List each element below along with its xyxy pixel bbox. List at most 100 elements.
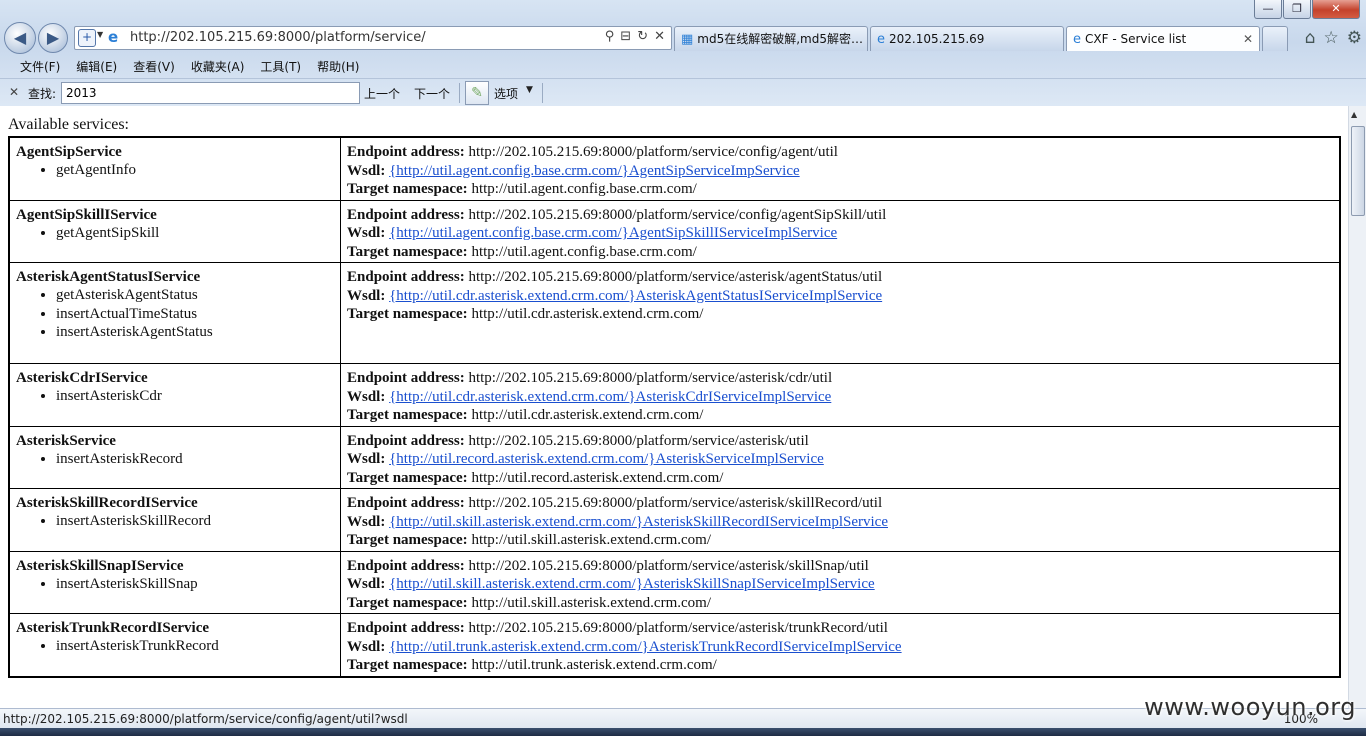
operations-list: insertAsteriskSkillRecord <box>16 512 334 531</box>
arrow-right-icon: ▶ <box>46 28 60 47</box>
operations-list: insertAsteriskCdr <box>16 387 334 406</box>
menu-tools[interactable]: 工具(T) <box>252 56 309 78</box>
tab-label: md5在线解密破解,md5解密… <box>697 32 863 46</box>
target-namespace-label: Target namespace: <box>347 657 468 673</box>
compatibility-view-icon[interactable]: + <box>78 29 96 47</box>
close-find-icon[interactable]: ✕ <box>9 85 19 99</box>
target-namespace-value: http://util.skill.asterisk.extend.crm.co… <box>471 532 711 548</box>
service-details-cell: Endpoint address: http://202.105.215.69:… <box>340 425 1341 489</box>
target-namespace-line: Target namespace: http://util.skill.aste… <box>347 594 1333 613</box>
wsdl-label: Wsdl: <box>347 225 386 241</box>
minimize-button[interactable]: — <box>1254 0 1282 19</box>
highlight-pen-icon[interactable]: ✎ <box>465 81 489 105</box>
maximize-button[interactable]: ❐ <box>1283 0 1311 19</box>
divider <box>459 83 460 103</box>
stop-icon[interactable]: ✕ <box>654 29 665 44</box>
wsdl-link[interactable]: {http://util.agent.config.base.crm.com/}… <box>389 163 800 179</box>
menu-help[interactable]: 帮助(H) <box>309 56 367 78</box>
refresh-icon[interactable]: ↻ <box>637 29 648 44</box>
tab-cxf-service-list[interactable]: e CXF - Service list ✕ <box>1066 26 1260 51</box>
compat-page-icon[interactable]: ⊟ <box>620 29 631 44</box>
wsdl-link[interactable]: {http://util.skill.asterisk.extend.crm.c… <box>389 514 888 530</box>
wsdl-line: Wsdl: {http://util.cdr.asterisk.extend.c… <box>347 388 1333 407</box>
operation-item: insertAsteriskSkillSnap <box>56 575 334 594</box>
operation-item: insertActualTimeStatus <box>56 305 334 324</box>
scrollbar-thumb[interactable] <box>1351 126 1365 216</box>
gear-icon[interactable]: ⚙ <box>1347 28 1362 48</box>
service-row: AsteriskCdrIServiceinsertAsteriskCdr Endp… <box>8 363 1341 427</box>
address-tools: ⚲ ⊟ ↻ ✕ <box>605 29 665 44</box>
close-tab-icon[interactable]: ✕ <box>1243 27 1253 51</box>
menu-view[interactable]: 查看(V) <box>125 56 183 78</box>
endpoint-address-line: Endpoint address: http://202.105.215.69:… <box>347 206 1333 225</box>
home-icon[interactable]: ⌂ <box>1305 28 1316 48</box>
back-button[interactable]: ◀ <box>4 22 36 54</box>
wsdl-link[interactable]: {http://util.trunk.asterisk.extend.crm.c… <box>389 639 902 655</box>
tab-md5[interactable]: ▦ md5在线解密破解,md5解密… <box>674 26 868 51</box>
wsdl-link[interactable]: {http://util.cdr.asterisk.extend.crm.com… <box>389 389 831 405</box>
wsdl-link[interactable]: {http://util.agent.config.base.crm.com/}… <box>389 225 837 241</box>
find-bar: ✕ 查找: 上一个 下一个 ✎ 选项 ▼ <box>0 78 1366 107</box>
services-table: AgentSipServicegetAgentInfo Endpoint addr… <box>8 136 1341 678</box>
ie-icon: e <box>877 32 885 47</box>
forward-button[interactable]: ▶ <box>38 23 68 53</box>
wsdl-line: Wsdl: {http://util.cdr.asterisk.extend.c… <box>347 287 1333 306</box>
find-input[interactable] <box>61 82 360 104</box>
find-options-button[interactable]: 选项 <box>494 85 518 102</box>
search-icon[interactable]: ⚲ <box>605 29 615 44</box>
wsdl-link[interactable]: {http://util.record.asterisk.extend.crm.… <box>389 451 824 467</box>
target-namespace-line: Target namespace: http://util.trunk.aste… <box>347 656 1333 675</box>
chevron-down-icon[interactable]: ▼ <box>97 30 103 39</box>
target-namespace-label: Target namespace: <box>347 243 468 260</box>
operations-list: getAgentSipSkill <box>16 224 334 243</box>
endpoint-address-line: Endpoint address: http://202.105.215.69:… <box>347 494 1333 513</box>
arrow-left-icon: ◀ <box>13 28 27 47</box>
endpoint-address-value: http://202.105.215.69:8000/platform/serv… <box>468 557 869 574</box>
wsdl-line: Wsdl: {http://util.agent.config.base.crm… <box>347 224 1333 243</box>
divider <box>542 83 543 103</box>
endpoint-address-line: Endpoint address: http://202.105.215.69:… <box>347 268 1333 287</box>
endpoint-address-value: http://202.105.215.69:8000/platform/serv… <box>468 620 888 636</box>
service-row: AsteriskSkillRecordIServiceinsertAsteris… <box>8 488 1341 552</box>
operations-list: getAsteriskAgentStatusinsertActualTimeSt… <box>16 286 334 342</box>
grid-icon: ▦ <box>681 32 694 47</box>
new-tab-button[interactable] <box>1262 26 1288 51</box>
close-window-button[interactable]: ✕ <box>1312 0 1360 19</box>
tab-ip[interactable]: e 202.105.215.69 <box>870 26 1064 51</box>
endpoint-address-line: Endpoint address: http://202.105.215.69:… <box>347 369 1333 388</box>
favorites-icon[interactable]: ☆ <box>1324 28 1339 48</box>
endpoint-address-value: http://202.105.215.69:8000/platform/serv… <box>468 269 883 285</box>
navigation-bar: ◀ ▶ + ▼ e http://202.105.215.69:8000/pla… <box>0 20 1366 56</box>
service-name: AsteriskAgentStatusIService <box>16 269 201 285</box>
service-name: AsteriskService <box>16 432 116 449</box>
wsdl-link[interactable]: {http://util.cdr.asterisk.extend.crm.com… <box>389 288 882 304</box>
target-namespace-label: Target namespace: <box>347 407 468 423</box>
operation-item: insertAsteriskCdr <box>56 387 334 406</box>
page-content: Available services: AgentSipServicegetAg… <box>0 106 1349 708</box>
address-bar[interactable]: + ▼ e http://202.105.215.69:8000/platfor… <box>74 26 672 50</box>
chevron-down-icon[interactable]: ▼ <box>526 85 533 95</box>
service-details-cell: Endpoint address: http://202.105.215.69:… <box>340 488 1341 552</box>
find-label: 查找: <box>28 87 57 101</box>
services-table-body: AgentSipServicegetAgentInfo Endpoint addr… <box>8 136 1341 677</box>
vertical-scrollbar[interactable]: ▲ <box>1348 106 1366 708</box>
target-namespace-value: http://util.skill.asterisk.extend.crm.co… <box>471 594 711 611</box>
menu-edit[interactable]: 编辑(E) <box>68 56 125 78</box>
tab-label: 202.105.215.69 <box>889 32 985 46</box>
operation-item: insertAsteriskTrunkRecord <box>56 637 334 656</box>
find-previous-button[interactable]: 上一个 <box>364 85 400 102</box>
wsdl-line: Wsdl: {http://util.agent.config.base.crm… <box>347 162 1333 181</box>
endpoint-address-label: Endpoint address: <box>347 557 465 574</box>
menu-favorites[interactable]: 收藏夹(A) <box>183 56 253 78</box>
find-next-button[interactable]: 下一个 <box>414 85 450 102</box>
target-namespace-value: http://util.record.asterisk.extend.crm.c… <box>471 469 724 486</box>
window-controls: — ❐ ✕ <box>1254 0 1360 19</box>
wsdl-label: Wsdl: <box>347 513 386 530</box>
wsdl-link[interactable]: {http://util.skill.asterisk.extend.crm.c… <box>389 576 875 592</box>
scroll-up-icon[interactable]: ▲ <box>1351 110 1357 119</box>
service-name: AsteriskTrunkRecordIService <box>16 620 210 636</box>
menu-file[interactable]: 文件(F) <box>12 56 68 78</box>
endpoint-address-value: http://202.105.215.69:8000/platform/serv… <box>468 370 833 386</box>
service-cell: AsteriskServiceinsertAsteriskRecord <box>8 425 341 489</box>
address-url[interactable]: http://202.105.215.69:8000/platform/serv… <box>130 30 426 45</box>
